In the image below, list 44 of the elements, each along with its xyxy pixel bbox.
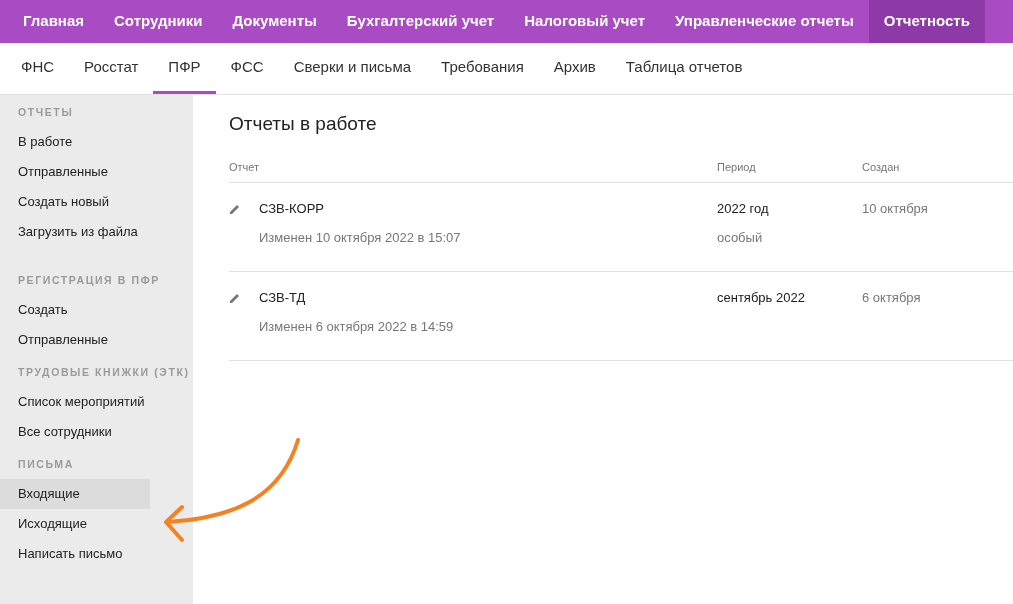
sub-nav-tab[interactable]: Таблица отчетов [610, 43, 758, 94]
section-heading: ТРУДОВЫЕ КНИЖКИ (ЭТК) [17, 365, 191, 380]
sidebar-item[interactable]: Написать письмо [0, 539, 193, 569]
column-header: Период [717, 160, 757, 176]
sub-nav-tab[interactable]: ФНС [6, 43, 70, 94]
modified-date: Изменен 10 октября 2022 в 15:07 [259, 228, 461, 247]
sub-nav-tab[interactable]: Росстат [69, 43, 154, 94]
section-heading: ОТЧЕТЫ [17, 105, 75, 120]
report-name[interactable]: СЗВ-ТД [259, 288, 454, 308]
column-header: Создан [862, 160, 900, 176]
sidebar-item[interactable]: Создать [0, 295, 193, 325]
period-note: особый [717, 228, 764, 247]
nav-tab[interactable]: Налоговый учет [509, 0, 661, 43]
sub-nav-tab[interactable]: Архив [538, 43, 611, 94]
sidebar-item[interactable]: Все сотрудники [0, 417, 193, 447]
section-heading: ПИСЬМА [17, 457, 75, 472]
created-date: 10 октября [862, 201, 928, 216]
sidebar-item[interactable]: В работе [0, 127, 193, 157]
sidebar-item[interactable]: Создать новый [0, 187, 193, 217]
sub-nav-tab[interactable]: Сверки и письма [278, 43, 427, 94]
nav-tab[interactable]: Бухгалтерский учет [331, 0, 510, 43]
nav-tab[interactable]: Сотрудники [99, 0, 218, 43]
pencil-icon[interactable] [229, 292, 241, 304]
sidebar-item[interactable]: Входящие [0, 479, 150, 509]
page-title: Отчеты в работе [229, 112, 378, 136]
modified-date: Изменен 6 октября 2022 в 14:59 [259, 317, 454, 336]
sub-nav-tab[interactable]: ФСС [215, 43, 279, 94]
nav-tab[interactable]: Управленческие отчеты [660, 0, 869, 43]
sidebar-item[interactable]: Загрузить из файла [0, 217, 193, 247]
pencil-icon[interactable] [229, 203, 241, 215]
period-text: 2022 год [717, 200, 770, 218]
sidebar-item[interactable]: Отправленные [0, 325, 193, 355]
nav-tab[interactable]: Отчетность [868, 0, 985, 43]
sidebar-item[interactable]: Отправленные [0, 157, 193, 187]
nav-tab[interactable]: Главная [8, 0, 99, 43]
period-text: сентябрь 2022 [717, 289, 806, 307]
sub-nav-tab[interactable]: Требования [426, 43, 539, 94]
sidebar-item[interactable]: Список мероприятий [0, 387, 193, 417]
section-heading: РЕГИСТРАЦИЯ В ПФР [17, 273, 161, 288]
sidebar-item[interactable]: Исходящие [0, 509, 193, 539]
nav-tab[interactable]: Документы [217, 0, 332, 43]
report-name[interactable]: СЗВ-КОРР [259, 199, 461, 219]
created-date: 6 октября [862, 290, 921, 305]
column-header: Отчет [229, 160, 261, 176]
